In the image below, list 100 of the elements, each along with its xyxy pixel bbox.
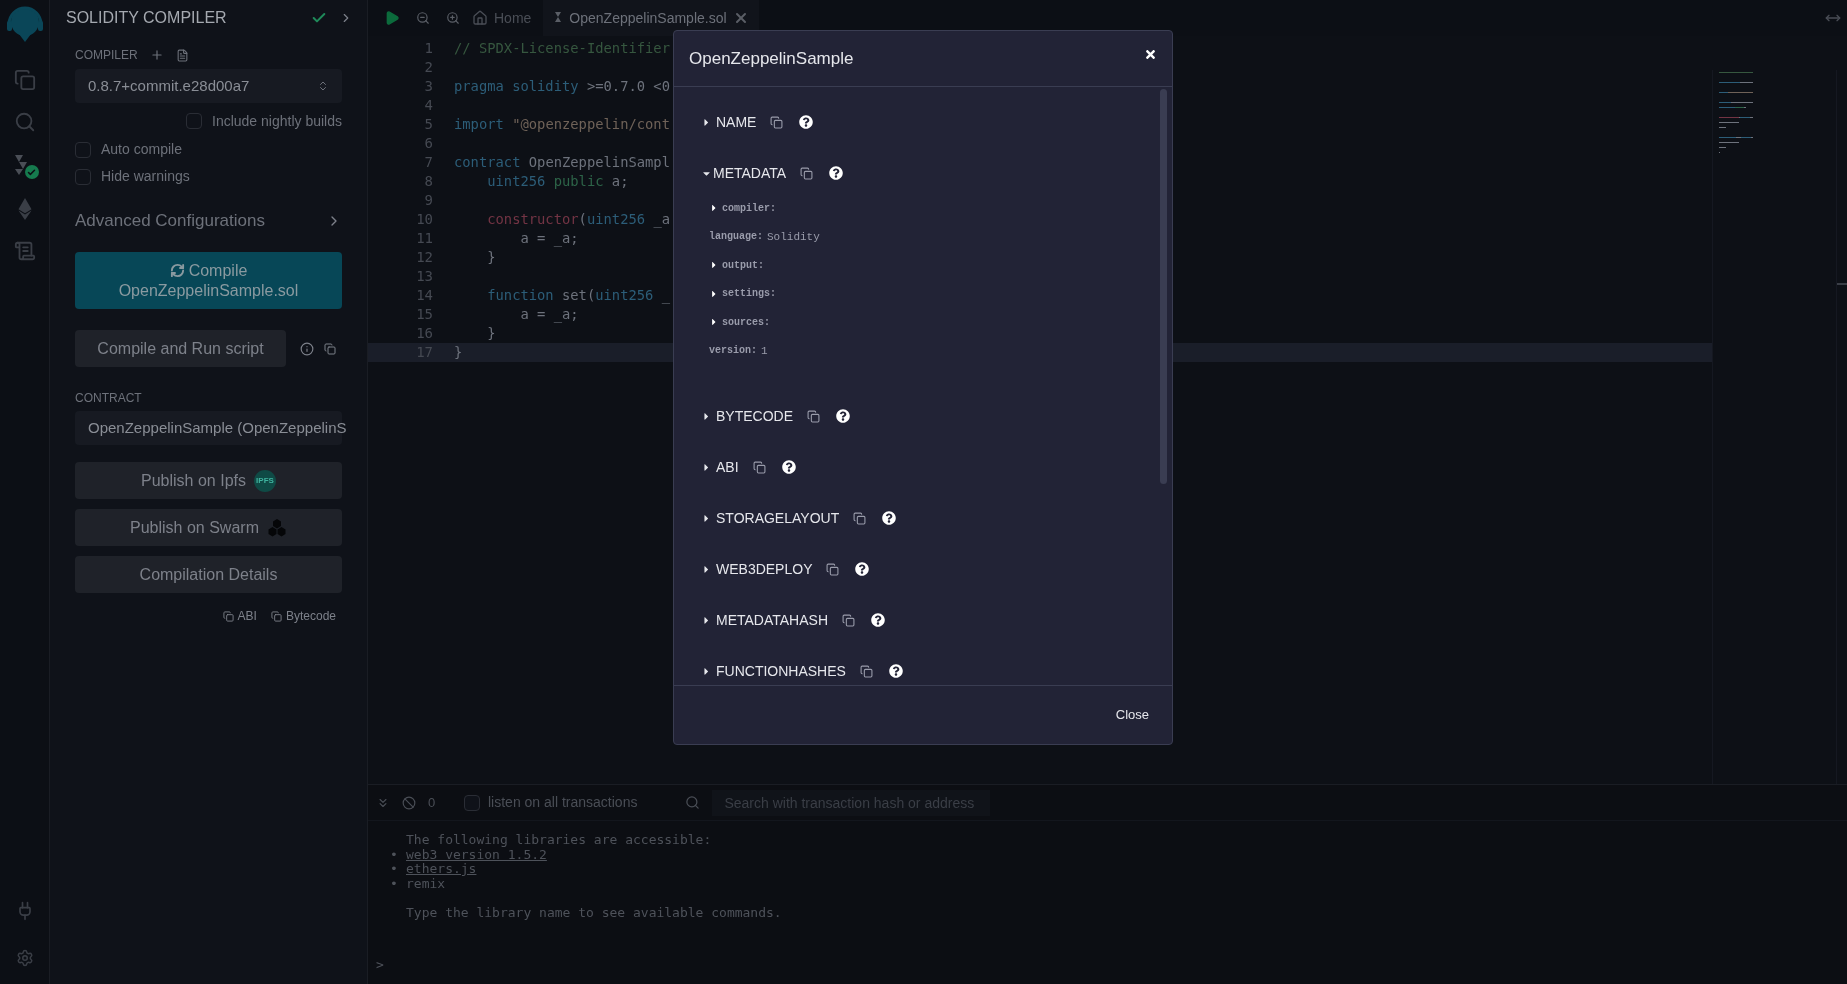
advanced-configurations-toggle[interactable]: Advanced Configurations bbox=[75, 208, 326, 234]
line-number: 12 bbox=[415, 248, 433, 267]
copy-icon[interactable] bbox=[807, 409, 820, 423]
line-number: 11 bbox=[415, 229, 433, 248]
line-number: 6 bbox=[423, 134, 433, 153]
line-number: 1 bbox=[423, 39, 433, 58]
tree-node[interactable]: compiler: bbox=[709, 200, 776, 216]
copy-icon bbox=[270, 610, 282, 622]
code-line: } bbox=[454, 343, 463, 363]
code-line: } bbox=[486, 324, 496, 344]
search-icon bbox=[685, 795, 701, 810]
section-toggle[interactable]: BYTECODE bbox=[701, 405, 793, 427]
code-line: import "@openzeppelin/cont bbox=[454, 115, 670, 135]
scrollbar-thumb[interactable] bbox=[1160, 89, 1167, 484]
zoom-in-icon[interactable] bbox=[446, 11, 460, 25]
copy-icon[interactable] bbox=[853, 511, 867, 525]
code-line: // SPDX-License-Identifier bbox=[454, 39, 670, 59]
bullet: • bbox=[390, 862, 399, 877]
checkbox-label: Hide warnings bbox=[101, 167, 190, 186]
help-icon[interactable] bbox=[781, 460, 796, 474]
tree-node[interactable]: settings: bbox=[709, 286, 776, 302]
tree-value: Solidity bbox=[767, 229, 820, 245]
line-number: 4 bbox=[423, 96, 433, 115]
section-label: CONTRACT bbox=[75, 390, 143, 407]
code-line: uint256 public a; bbox=[486, 172, 629, 192]
copy-icon[interactable] bbox=[770, 115, 784, 129]
help-icon[interactable] bbox=[855, 562, 870, 576]
transaction-count: 0 bbox=[428, 793, 437, 812]
help-icon[interactable] bbox=[836, 409, 850, 423]
run-script-button[interactable]: Compile and Run script bbox=[75, 330, 286, 367]
zoom-out-icon[interactable] bbox=[416, 11, 430, 25]
section-toggle[interactable]: NAME bbox=[701, 111, 757, 133]
file-icon[interactable] bbox=[175, 48, 189, 62]
code-line: function set(uint256 _ bbox=[486, 286, 670, 306]
copy-icon[interactable] bbox=[842, 613, 855, 627]
tree-node[interactable]: sources: bbox=[709, 314, 770, 330]
info-icon[interactable] bbox=[300, 341, 314, 356]
line-number: 14 bbox=[415, 286, 433, 305]
help-icon[interactable] bbox=[871, 613, 885, 627]
copy-icon[interactable] bbox=[800, 166, 814, 180]
section-toggle[interactable]: ABI bbox=[701, 456, 739, 478]
section-toggle[interactable]: METADATAHASH bbox=[701, 609, 828, 631]
checkbox[interactable] bbox=[75, 168, 91, 185]
code-line: contract OpenZeppelinSampl bbox=[454, 153, 670, 173]
help-icon[interactable] bbox=[882, 511, 897, 525]
line-number: 15 bbox=[415, 305, 433, 324]
scrollbar-thumb[interactable] bbox=[1837, 283, 1847, 285]
select-arrows-icon bbox=[317, 80, 329, 92]
code-line: constructor(uint256 _a bbox=[486, 210, 670, 230]
dialog-title: OpenZeppelinSample bbox=[689, 47, 855, 70]
refresh-icon bbox=[169, 263, 185, 278]
panel-title: SOLIDITY COMPILER bbox=[66, 8, 228, 28]
code-line: a = _a; bbox=[519, 229, 579, 249]
line-number: 7 bbox=[423, 153, 433, 172]
tree-key: language: bbox=[709, 229, 763, 245]
code-line: a = _a; bbox=[519, 305, 579, 325]
copy-link[interactable]: ABI bbox=[222, 607, 257, 625]
compilation-details-button[interactable]: Compilation Details bbox=[75, 556, 342, 593]
copy-link[interactable]: Bytecode bbox=[270, 607, 336, 625]
section-toggle[interactable]: STORAGELAYOUT bbox=[701, 507, 840, 529]
tree-value: 1 bbox=[761, 343, 768, 359]
publish-swarm-button[interactable]: Publish on Swarm bbox=[75, 509, 342, 546]
solidity-icon bbox=[553, 11, 564, 25]
close-icon[interactable] bbox=[1144, 48, 1157, 61]
library-name: remix bbox=[406, 876, 446, 891]
copy-icon[interactable] bbox=[859, 664, 873, 678]
help-icon[interactable] bbox=[829, 166, 844, 180]
checkbox-label: listen on all transactions bbox=[488, 793, 638, 812]
ipfs-badge: IPFS bbox=[253, 469, 276, 492]
checkbox[interactable] bbox=[75, 141, 91, 158]
checkbox-label: Include nightly builds bbox=[212, 111, 342, 131]
checkbox[interactable] bbox=[186, 113, 202, 129]
tree-node[interactable]: output: bbox=[709, 257, 764, 273]
tree-key: version: bbox=[709, 343, 757, 359]
terminal-text: Type the library name to see available commands. bbox=[406, 904, 782, 920]
bullet: • bbox=[390, 876, 399, 891]
compile-button[interactable]: Compile OpenZeppelinSample.sol bbox=[75, 252, 342, 309]
line-number: 8 bbox=[423, 172, 433, 191]
help-icon[interactable] bbox=[799, 115, 814, 129]
editor-tab[interactable]: OpenZeppelinSample.sol bbox=[543, 0, 759, 36]
line-number: 10 bbox=[415, 210, 433, 229]
run-icon[interactable] bbox=[384, 10, 400, 26]
compiler-select[interactable]: 0.8.7+commit.e28d00a7 bbox=[75, 69, 342, 103]
home-icon bbox=[472, 10, 488, 26]
section-toggle[interactable]: METADATA bbox=[701, 162, 787, 184]
copy-icon[interactable] bbox=[752, 460, 766, 474]
close-button[interactable]: Close bbox=[1112, 705, 1152, 725]
copy-icon[interactable] bbox=[324, 342, 336, 355]
copy-icon[interactable] bbox=[826, 562, 840, 576]
code-line: pragma solidity >=0.7.0 <0 bbox=[454, 77, 670, 97]
plus-icon[interactable] bbox=[149, 48, 164, 62]
help-icon[interactable] bbox=[888, 664, 903, 678]
publish-ipfs-button[interactable]: Publish on Ipfs IPFS bbox=[75, 462, 342, 499]
terminal-prompt: > bbox=[375, 957, 385, 974]
line-number: 3 bbox=[423, 77, 433, 96]
clear-icon[interactable] bbox=[402, 795, 416, 810]
section-toggle[interactable]: WEB3DEPLOY bbox=[701, 558, 813, 580]
section-toggle[interactable]: FUNCTIONHASHES bbox=[701, 660, 846, 682]
checkbox[interactable] bbox=[464, 794, 480, 811]
hexagons-icon bbox=[266, 517, 287, 538]
